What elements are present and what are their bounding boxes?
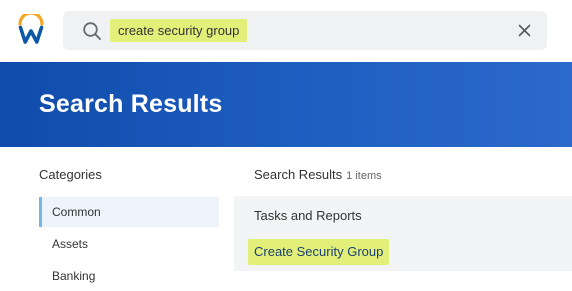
- results-count: 1 items: [346, 170, 382, 182]
- result-link-create-security-group[interactable]: Create Security Group: [248, 239, 390, 265]
- search-box[interactable]: create security group: [63, 11, 547, 50]
- page-title: Search Results: [39, 90, 223, 118]
- category-item-common[interactable]: Common: [39, 197, 219, 227]
- category-item-banking[interactable]: Banking: [39, 261, 219, 291]
- workday-logo-icon[interactable]: [17, 11, 45, 46]
- close-icon[interactable]: [518, 24, 531, 37]
- search-icon[interactable]: [82, 21, 102, 41]
- results-panel: Tasks and Reports Create Security Group: [234, 196, 572, 271]
- results-group-title: Tasks and Reports: [254, 208, 362, 223]
- categories-heading: Categories: [39, 167, 102, 182]
- page-banner: Search Results: [0, 62, 572, 147]
- category-item-assets[interactable]: Assets: [39, 229, 219, 259]
- search-input[interactable]: create security group: [110, 19, 248, 42]
- results-heading: Search Results 1 items: [254, 167, 382, 182]
- top-bar: create security group: [0, 0, 572, 62]
- results-heading-label: Search Results: [254, 167, 343, 182]
